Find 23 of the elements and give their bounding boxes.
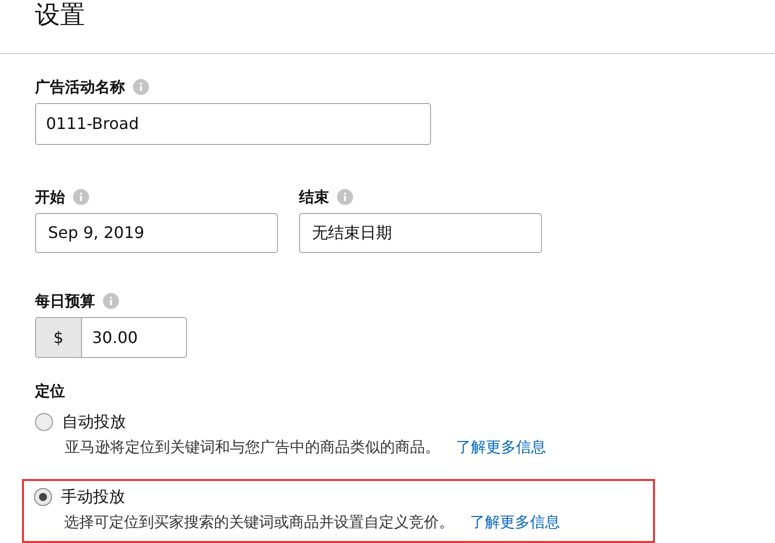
option-label[interactable]: 自动投放 xyxy=(62,410,126,434)
field-label: 开始 xyxy=(35,186,65,208)
currency-prefix: $ xyxy=(36,318,82,357)
learn-more-link[interactable]: 了解更多信息 xyxy=(456,436,546,458)
radio-button[interactable] xyxy=(34,488,52,506)
field-label: 结束 xyxy=(299,186,329,208)
budget-field[interactable]: $ 30.00 xyxy=(35,317,187,358)
info-icon[interactable] xyxy=(73,189,89,205)
start-date-field[interactable]: Sep 9, 2019 xyxy=(35,213,278,253)
section-label: 定位 xyxy=(35,381,66,402)
option-description: 亚马逊将定位到关键词和与您广告中的商品类似的商品。 xyxy=(65,437,440,458)
info-icon[interactable] xyxy=(337,189,353,205)
info-icon[interactable] xyxy=(133,79,149,95)
radio-button[interactable] xyxy=(35,413,53,431)
info-icon[interactable] xyxy=(103,293,119,309)
option-label[interactable]: 手动投放 xyxy=(61,484,125,508)
learn-more-link[interactable]: 了解更多信息 xyxy=(470,510,560,533)
page-title: 设置 xyxy=(35,0,85,31)
field-label: 广告活动名称 xyxy=(35,76,125,98)
field-label: 每日预算 xyxy=(35,290,95,312)
end-date-field[interactable]: 无结束日期 xyxy=(299,213,542,253)
campaign-name-field[interactable]: 0111-Broad xyxy=(35,103,431,145)
option-description: 选择可定位到买家搜索的关键词或商品并设置自定义竞价。 xyxy=(64,512,454,532)
